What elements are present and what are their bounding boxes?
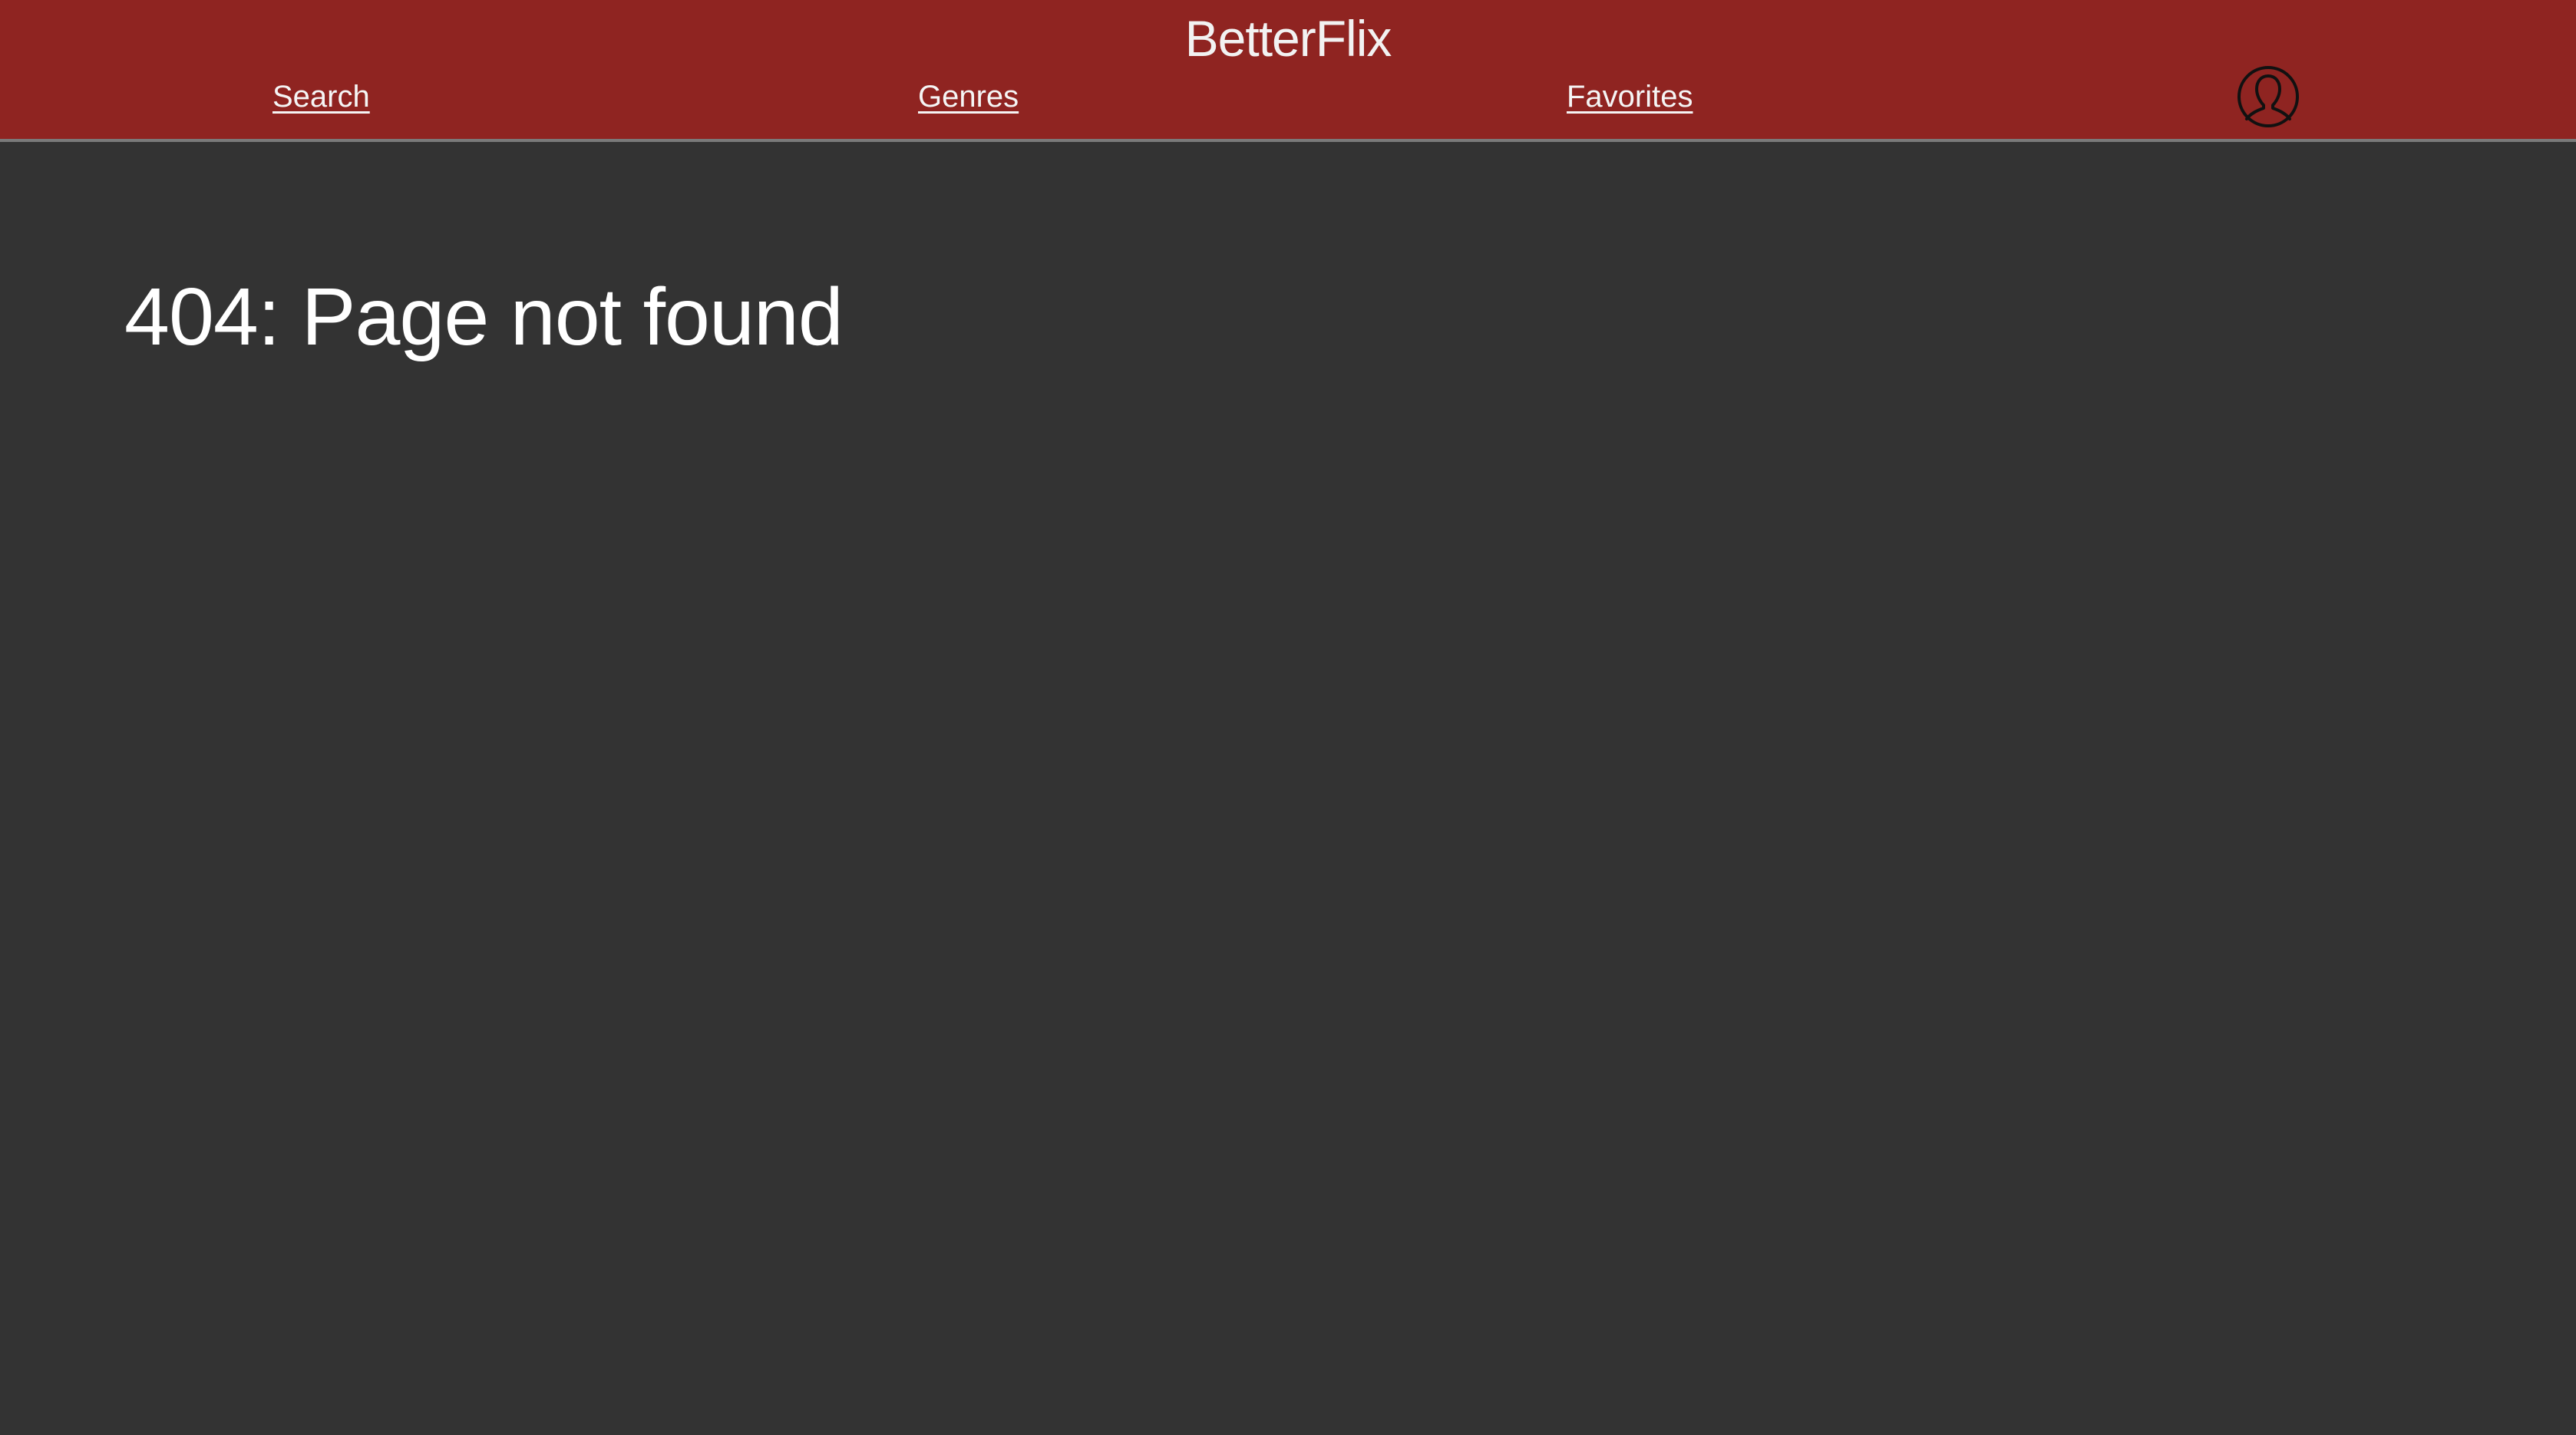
user-profile-icon: [2237, 66, 2299, 127]
site-brand-title: BetterFlix: [1184, 10, 1392, 67]
user-profile-button[interactable]: [2237, 65, 2300, 128]
page-title: 404: Page not found: [124, 272, 844, 362]
nav-favorites-link[interactable]: Favorites: [1567, 77, 1693, 117]
nav-genres-link[interactable]: Genres: [918, 77, 1019, 117]
site-header: BetterFlix Search Genres Favorites: [0, 0, 2576, 142]
nav-search-link[interactable]: Search: [272, 77, 370, 117]
